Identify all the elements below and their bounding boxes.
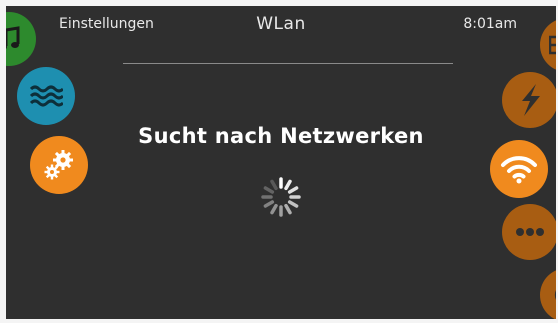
water-icon [29, 83, 63, 109]
wifi-icon [500, 154, 538, 184]
music-icon [6, 26, 22, 52]
title-divider [123, 63, 453, 64]
status-text: Sucht nach Netzwerken [138, 124, 424, 148]
clock: 8:01am [463, 16, 517, 32]
power-icon [515, 83, 545, 117]
bottom-button[interactable] [540, 268, 556, 319]
more-icon [515, 227, 545, 237]
loading-spinner-icon [256, 172, 306, 222]
water-button[interactable] [17, 67, 75, 125]
settings-icon [41, 147, 77, 183]
screen: Einstellungen WLan 8:01am Sucht nach Net… [6, 6, 556, 319]
power-button[interactable] [502, 72, 556, 128]
bottom-icon [549, 283, 556, 307]
more-button[interactable] [502, 204, 556, 260]
calendar-icon [549, 35, 556, 55]
wifi-button[interactable] [490, 140, 548, 198]
